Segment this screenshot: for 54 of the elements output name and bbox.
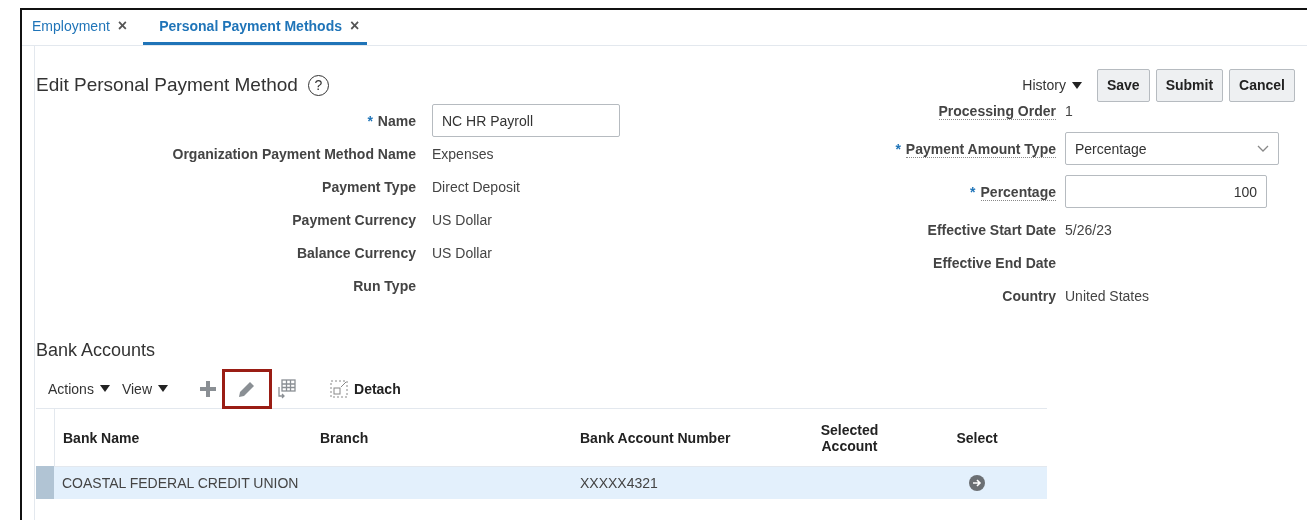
field-label: Run Type — [353, 277, 416, 294]
field-label: Payment Type — [322, 178, 416, 195]
field-label: Country — [1002, 287, 1056, 304]
tab[interactable]: Personal Payment Methods × — [143, 10, 368, 45]
field-label: Processing Order — [938, 102, 1056, 120]
table-cell: XXXXX4321 — [572, 466, 792, 499]
action-button[interactable]: Save — [1096, 68, 1150, 102]
field-value: Direct Deposit — [432, 178, 520, 195]
field-label: Balance Currency — [296, 244, 416, 261]
required-mark: * — [970, 183, 976, 200]
required-mark: * — [367, 112, 373, 129]
select-field[interactable]: Percentage — [1065, 132, 1279, 165]
detach-button[interactable]: Detach — [324, 378, 407, 399]
table-cell: COASTAL FEDERAL CREDIT UNION — [54, 466, 312, 499]
column-header: Branch — [319, 428, 370, 448]
caret-icon — [99, 385, 110, 392]
field-value: US Dollar — [432, 211, 492, 228]
field-label: Organization Payment Method Name — [172, 145, 416, 162]
toolbar-menu[interactable]: View — [121, 380, 168, 397]
close-icon[interactable]: × — [117, 17, 128, 35]
field-value: 5/26/23 — [1065, 221, 1112, 238]
toolbar-menu[interactable]: Actions — [48, 380, 110, 397]
pencil-icon — [238, 379, 256, 398]
action-button[interactable]: Cancel — [1229, 68, 1295, 102]
field-label: Effective End Date — [933, 254, 1056, 271]
freeze-columns-icon — [276, 378, 296, 399]
field-value: Expenses — [432, 145, 494, 162]
field-value: US Dollar — [432, 244, 492, 261]
name-field[interactable]: NC HR Payroll — [432, 104, 620, 137]
field-label: Percentage — [980, 183, 1056, 201]
chevron-down-icon — [1257, 145, 1269, 152]
caret-icon — [1071, 81, 1082, 89]
column-header: Select — [955, 428, 999, 448]
required-mark: * — [895, 140, 901, 157]
field-label: Payment Amount Type — [905, 140, 1056, 158]
field-label: Name — [377, 112, 416, 129]
edit-button[interactable] — [222, 368, 272, 409]
field-value: United States — [1065, 287, 1150, 304]
section-title: Bank Accounts — [36, 340, 157, 361]
close-icon[interactable]: × — [350, 17, 360, 35]
action-button[interactable]: Submit — [1155, 68, 1224, 102]
detach-icon — [330, 379, 348, 398]
field-label: Effective Start Date — [927, 221, 1056, 238]
page-title: Edit Personal Payment Method — [36, 74, 298, 96]
arrow-right-icon[interactable] — [969, 475, 985, 491]
column-header: Bank Account Number — [579, 428, 732, 448]
field-label: Payment Currency — [292, 211, 416, 228]
number-field[interactable]: 100 — [1065, 175, 1267, 208]
column-header: Selected Account — [819, 420, 880, 456]
field-value: 1 — [1065, 102, 1073, 119]
history-menu[interactable]: History — [1022, 77, 1082, 93]
plus-icon — [200, 380, 216, 397]
caret-icon — [158, 385, 168, 392]
tab[interactable]: Employment × — [32, 10, 136, 45]
